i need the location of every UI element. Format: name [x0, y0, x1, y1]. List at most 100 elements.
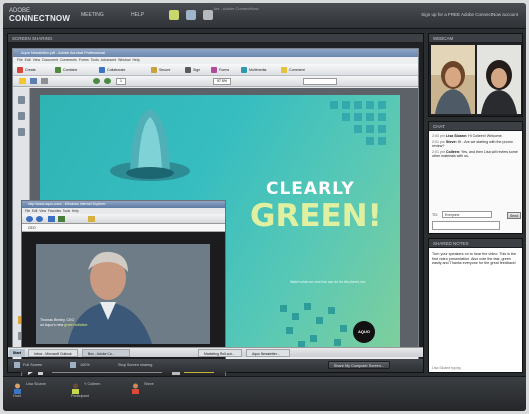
chat-input[interactable]	[432, 221, 500, 230]
attendee-icon-steve[interactable]	[131, 381, 140, 394]
acrobat-menu-tools[interactable]: Tools	[91, 58, 99, 62]
acrobat-task-toolbar: Create Combine Collaborate Secure Sign F…	[13, 64, 418, 76]
chat-message: 2:01 pm Colleen: Yes, and then Lisa will…	[432, 149, 518, 159]
acrobat-menu-advanced[interactable]: Advanced	[101, 58, 117, 62]
aquo-badge: AQUO	[353, 321, 375, 343]
meeting-menu[interactable]: MEETING	[81, 12, 104, 18]
chat-messages: 2:00 pm Lisa Sloane: Hi Colleen! Welcome…	[429, 132, 522, 209]
forms-button[interactable]: Forms	[211, 67, 229, 74]
acrobat-menu-edit[interactable]: Edit	[25, 58, 31, 62]
webcam-feed-colleen	[477, 45, 521, 114]
comment-icon	[281, 67, 287, 73]
full-screen-icon[interactable]	[14, 362, 20, 368]
help-menu[interactable]: HELP	[131, 12, 144, 18]
taskbar-item-marketing[interactable]: Marketing Roll-out...	[198, 349, 242, 357]
webcam-feed-lisa	[431, 45, 475, 114]
webcam-pod: WEBCAM	[428, 33, 523, 117]
tools-icon[interactable]	[203, 10, 213, 20]
lisa-video	[431, 45, 475, 114]
chat-to-label: TO:	[432, 213, 438, 217]
notes-text[interactable]: Turn your speakers on to hear the video.…	[429, 249, 522, 269]
zoom-label[interactable]: 100%	[80, 363, 90, 367]
attendee-name-colleen: Y Colleen	[84, 382, 101, 386]
share-screen-button[interactable]: Share My Computer Screen...	[327, 361, 390, 369]
sign-button[interactable]: Sign	[185, 67, 200, 74]
acrobat-window[interactable]: Aquo Newsletter.pdf - Adobe Acrobat Prof…	[12, 48, 419, 380]
acrobat-nav-toolbar: 1 97.5%	[13, 76, 418, 87]
chat-recipient-select[interactable]: Everyone	[442, 211, 492, 218]
acrobat-menu-help[interactable]: Help	[133, 58, 140, 62]
acrobat-menu-view[interactable]: View	[33, 58, 41, 62]
shared-taskbar: Start Inbox - Microsoft Outlook Box - Ad…	[8, 347, 423, 357]
video-frame[interactable]	[36, 244, 210, 344]
browser-menu-file[interactable]: File	[25, 209, 30, 213]
webcam-icon[interactable]	[186, 10, 196, 20]
webcam-header: WEBCAM	[429, 34, 522, 43]
attendee-icon-colleen[interactable]	[71, 381, 80, 394]
acrobat-menu-file[interactable]: File	[17, 58, 23, 62]
print-icon[interactable]	[41, 78, 48, 84]
zoom-field[interactable]: 97.5%	[213, 78, 231, 85]
open-icon[interactable]	[19, 78, 26, 84]
home-icon[interactable]	[48, 216, 55, 222]
acrobat-menu-comments[interactable]: Comments	[60, 58, 77, 62]
save-icon[interactable]	[30, 78, 37, 84]
chat-send-button[interactable]: Send	[507, 212, 521, 219]
stop-sharing-label[interactable]: Stop Screen sharing	[118, 363, 152, 367]
acrobat-menu-window[interactable]: Window	[118, 58, 130, 62]
taskbar-item-newsletter[interactable]: Aquo Newsletter...	[246, 349, 290, 357]
shared-notes-pod: SHARED NOTES Turn your speakers on to he…	[428, 238, 523, 373]
full-screen-label[interactable]: Full Screen	[23, 363, 42, 367]
combine-button[interactable]: Combine	[55, 67, 77, 74]
notes-typing-status: Lisa Sloane typing	[432, 366, 461, 370]
app-logo: ADOBE CONNECTNOW	[9, 8, 71, 23]
video-caption-text: on Aquo's new	[40, 323, 64, 327]
browser-menu-view[interactable]: View	[39, 209, 46, 213]
acrobat-menu-document[interactable]: Document	[42, 58, 58, 62]
sign-icon	[185, 67, 191, 73]
taskbar-item-outlook[interactable]: Inbox - Microsoft Outlook	[28, 349, 78, 357]
notes-header: SHARED NOTES	[429, 239, 522, 248]
headline-green: GREEN!	[250, 198, 382, 234]
attachments-icon[interactable]	[18, 112, 25, 120]
address-bar[interactable]: CEO	[22, 224, 225, 232]
browser-menu-help[interactable]: Help	[72, 209, 79, 213]
bookmarks-icon[interactable]	[18, 128, 25, 136]
acrobat-menu-forms[interactable]: Forms	[79, 58, 89, 62]
multimedia-button[interactable]: Multimedia	[241, 67, 266, 74]
attendee-icon-lisa[interactable]	[13, 381, 22, 394]
page-number-field[interactable]: 1	[116, 78, 126, 85]
attendee-role-colleen: Participant	[71, 394, 89, 398]
create-icon	[17, 67, 23, 73]
taskbar-item-connect[interactable]: Box - Adobe Co...	[82, 349, 130, 357]
pages-icon[interactable]	[18, 96, 25, 104]
poster-tagline: Watch what our new line can do for the p…	[290, 280, 367, 284]
browser-menu-favorites[interactable]: Favorites	[48, 209, 61, 213]
window-title: Joe - Adobe ConnectNow	[213, 6, 259, 11]
prev-page-icon[interactable]	[93, 78, 100, 84]
favorites-icon[interactable]	[88, 216, 95, 222]
top-bar: ADOBE CONNECTNOW MEETING HELP Joe - Adob…	[3, 3, 526, 29]
share-screen-icon[interactable]	[169, 10, 179, 20]
forward-icon[interactable]	[36, 216, 43, 222]
attendee-strip: Lisa Sloane Host Y Colleen Participant S…	[3, 376, 526, 411]
browser-menu-edit[interactable]: Edit	[32, 209, 38, 213]
browser-title: http://www.aquo.com/ - Windows Internet …	[22, 201, 225, 208]
signup-link[interactable]: Sign up for a FREE Adobe ConnectNow acco…	[421, 12, 518, 17]
next-page-icon[interactable]	[104, 78, 111, 84]
refresh-icon[interactable]	[58, 216, 65, 222]
collaborate-button[interactable]: Collaborate	[99, 67, 125, 74]
secure-button[interactable]: Secure	[151, 67, 170, 74]
video-caption: Thomas Bexley, CEO on Aquo's new green i…	[40, 318, 87, 328]
zoom-icon[interactable]	[70, 362, 76, 368]
start-button[interactable]: Start	[9, 349, 25, 357]
attendee-role-lisa: Host	[13, 394, 21, 398]
logo-name: CONNECTNOW	[9, 14, 71, 23]
create-button[interactable]: Create	[17, 67, 36, 74]
back-icon[interactable]	[26, 216, 33, 222]
find-field[interactable]	[303, 78, 337, 85]
screen-sharing-header: SCREEN SHARING	[8, 34, 423, 43]
browser-menu-tools[interactable]: Tools	[63, 209, 70, 213]
combine-icon	[55, 67, 61, 73]
comment-button[interactable]: Comment	[281, 67, 305, 74]
